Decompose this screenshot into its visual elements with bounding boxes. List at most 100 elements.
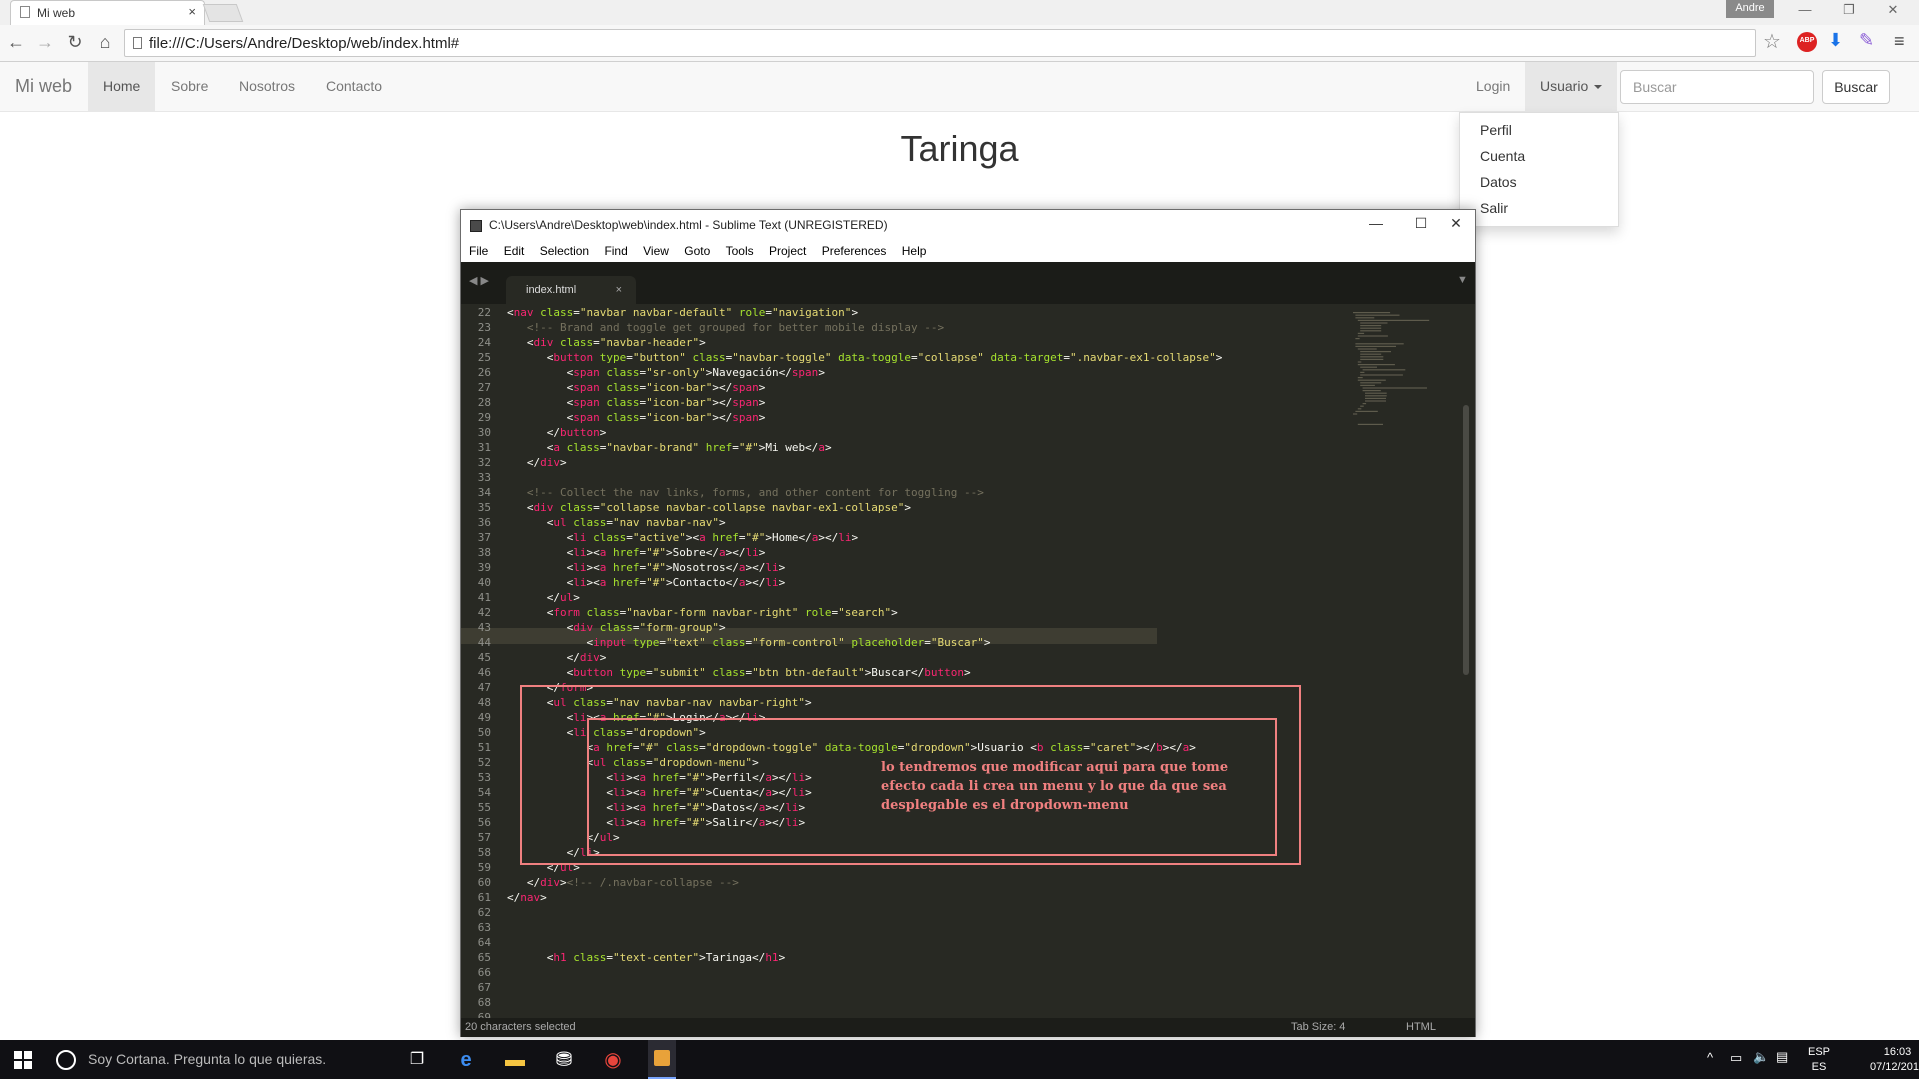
chrome-icon[interactable]: ◉ bbox=[600, 1047, 626, 1073]
usuario-label: Usuario bbox=[1540, 78, 1589, 94]
minimap[interactable] bbox=[1349, 308, 1459, 462]
file-explorer-icon[interactable]: ▬ bbox=[502, 1047, 528, 1073]
menu-project[interactable]: Project bbox=[769, 244, 806, 258]
pen-extension-icon[interactable]: ✎ bbox=[1859, 30, 1874, 51]
maximize-icon[interactable]: ☐ bbox=[1401, 215, 1441, 232]
adblock-icon[interactable]: ABP bbox=[1797, 32, 1817, 52]
code-text: <span class="icon-bar"></span> bbox=[507, 411, 766, 424]
status-syntax[interactable]: HTML bbox=[1406, 1021, 1436, 1033]
status-tab-size[interactable]: Tab Size: 4 bbox=[1291, 1021, 1345, 1033]
code-text: <ul class="nav navbar-nav"> bbox=[507, 516, 726, 529]
close-tab-icon[interactable]: × bbox=[188, 4, 196, 19]
menu-find[interactable]: Find bbox=[604, 244, 627, 258]
download-icon[interactable]: ⬇ bbox=[1828, 30, 1843, 51]
dropdown-item-salir[interactable]: Salir bbox=[1460, 196, 1618, 222]
close-window-icon[interactable]: ✕ bbox=[1876, 2, 1910, 22]
nav-home[interactable]: Home bbox=[88, 62, 156, 111]
reload-icon[interactable]: ↻ bbox=[64, 32, 86, 53]
minimap-line bbox=[1355, 345, 1396, 347]
dropdown-item-datos[interactable]: Datos bbox=[1460, 170, 1618, 196]
notifications-icon[interactable]: ▤ bbox=[1776, 1049, 1788, 1065]
minimap-line bbox=[1360, 384, 1375, 386]
line-number: 38 bbox=[477, 546, 491, 559]
code-line: 30 </button> bbox=[461, 425, 1475, 440]
code-line: 41 </ul> bbox=[461, 590, 1475, 605]
close-icon[interactable]: ✕ bbox=[1436, 215, 1476, 232]
editor-scrollbar[interactable] bbox=[1463, 405, 1469, 675]
forward-icon[interactable]: → bbox=[34, 32, 56, 53]
search-button[interactable]: Buscar bbox=[1822, 70, 1890, 104]
code-area[interactable]: 22 <nav class="navbar navbar-default" rol… bbox=[461, 304, 1475, 1024]
code-text: <button type="button" class="navbar-togg… bbox=[507, 351, 1223, 364]
code-line: 26 <span class="sr-only">Navegación</spa… bbox=[461, 365, 1475, 380]
menu-goto[interactable]: Goto bbox=[684, 244, 710, 258]
navbar-brand[interactable]: Mi web bbox=[15, 76, 72, 97]
system-clock[interactable]: 16:03 07/12/2015 bbox=[1870, 1045, 1919, 1075]
menu-selection[interactable]: Selection bbox=[540, 244, 589, 258]
bookmark-star-icon[interactable]: ☆ bbox=[1763, 29, 1781, 54]
code-text: </button> bbox=[507, 426, 607, 439]
browser-toolbar: ← → ↻ ⌂ file:///C:/Users/Andre/Desktop/w… bbox=[0, 25, 1919, 62]
code-text: <li><a href="#">Sobre</a></li> bbox=[507, 546, 766, 559]
windows-start-icon[interactable] bbox=[14, 1051, 32, 1069]
line-number: 62 bbox=[477, 906, 491, 919]
back-icon[interactable]: ← bbox=[5, 32, 27, 53]
line-number: 22 bbox=[477, 306, 491, 319]
task-view-icon[interactable]: ❐ bbox=[404, 1047, 430, 1073]
store-icon[interactable]: ⛃ bbox=[551, 1047, 577, 1073]
code-text: </div><!-- /.navbar-collapse --> bbox=[507, 876, 739, 889]
menu-help[interactable]: Help bbox=[902, 244, 927, 258]
tray-expand-icon[interactable]: ^ bbox=[1707, 1050, 1713, 1065]
nav-login[interactable]: Login bbox=[1461, 62, 1525, 111]
sublime-text-window: C:\Users\Andre\Desktop\web\index.html - … bbox=[460, 209, 1476, 1037]
code-line: 32 </div> bbox=[461, 455, 1475, 470]
cortana-search-box[interactable]: Soy Cortana. Pregunta lo que quieras. bbox=[88, 1051, 326, 1067]
browser-tab[interactable]: Mi web × bbox=[10, 0, 205, 25]
close-tab-icon[interactable]: × bbox=[616, 284, 622, 296]
minimap-line bbox=[1355, 314, 1400, 316]
network-icon[interactable]: ▭ bbox=[1730, 1050, 1742, 1066]
profile-badge[interactable]: Andre bbox=[1726, 0, 1774, 18]
menu-preferences[interactable]: Preferences bbox=[822, 244, 887, 258]
editor-title-bar[interactable]: C:\Users\Andre\Desktop\web\index.html - … bbox=[461, 210, 1475, 242]
minimap-line bbox=[1357, 319, 1430, 321]
nav-nosotros[interactable]: Nosotros bbox=[224, 62, 310, 111]
line-number: 39 bbox=[477, 561, 491, 574]
menu-view[interactable]: View bbox=[643, 244, 669, 258]
tab-list-dropdown-icon[interactable]: ▼ bbox=[1457, 274, 1468, 286]
line-number: 35 bbox=[477, 501, 491, 514]
address-bar[interactable]: file:///C:/Users/Andre/Desktop/web/index… bbox=[124, 29, 1756, 57]
code-line: 29 <span class="icon-bar"></span> bbox=[461, 410, 1475, 425]
sublime-taskbar-button[interactable] bbox=[648, 1040, 676, 1079]
minimize-icon[interactable]: — bbox=[1788, 2, 1822, 22]
hamburger-menu-icon[interactable]: ≡ bbox=[1894, 31, 1905, 52]
cortana-icon[interactable] bbox=[56, 1050, 76, 1070]
code-line: 33 bbox=[461, 470, 1475, 485]
clock-date: 07/12/2015 bbox=[1870, 1061, 1919, 1073]
home-icon[interactable]: ⌂ bbox=[94, 32, 116, 53]
code-line: 68 bbox=[461, 995, 1475, 1010]
nav-contacto[interactable]: Contacto bbox=[311, 62, 397, 111]
nav-sobre[interactable]: Sobre bbox=[156, 62, 223, 111]
code-line: 28 <span class="icon-bar"></span> bbox=[461, 395, 1475, 410]
nav-usuario-dropdown[interactable]: Usuario bbox=[1525, 62, 1618, 111]
code-text: <div class="collapse navbar-collapse nav… bbox=[507, 501, 912, 514]
menu-file[interactable]: File bbox=[469, 244, 488, 258]
menu-edit[interactable]: Edit bbox=[504, 244, 525, 258]
line-number: 37 bbox=[477, 531, 491, 544]
restore-icon[interactable]: ❐ bbox=[1832, 2, 1866, 22]
edge-icon[interactable]: e bbox=[453, 1047, 479, 1073]
line-number: 28 bbox=[477, 396, 491, 409]
volume-icon[interactable]: 🔈 bbox=[1753, 1049, 1769, 1065]
editor-tab[interactable]: index.html × bbox=[506, 276, 636, 304]
new-tab-button[interactable] bbox=[202, 4, 244, 22]
input-language[interactable]: ESP ES bbox=[1808, 1045, 1830, 1075]
menu-tools[interactable]: Tools bbox=[726, 244, 754, 258]
minimap-line bbox=[1357, 379, 1386, 381]
line-number: 32 bbox=[477, 456, 491, 469]
minimize-icon[interactable]: — bbox=[1356, 215, 1396, 231]
code-line: 46 <button type="submit" class="btn btn-… bbox=[461, 665, 1475, 680]
tab-nav-arrows-icon[interactable]: ◀ ▶ bbox=[469, 274, 489, 287]
search-input[interactable] bbox=[1620, 70, 1814, 104]
code-line: 65 <h1 class="text-center">Taringa</h1> bbox=[461, 950, 1475, 965]
